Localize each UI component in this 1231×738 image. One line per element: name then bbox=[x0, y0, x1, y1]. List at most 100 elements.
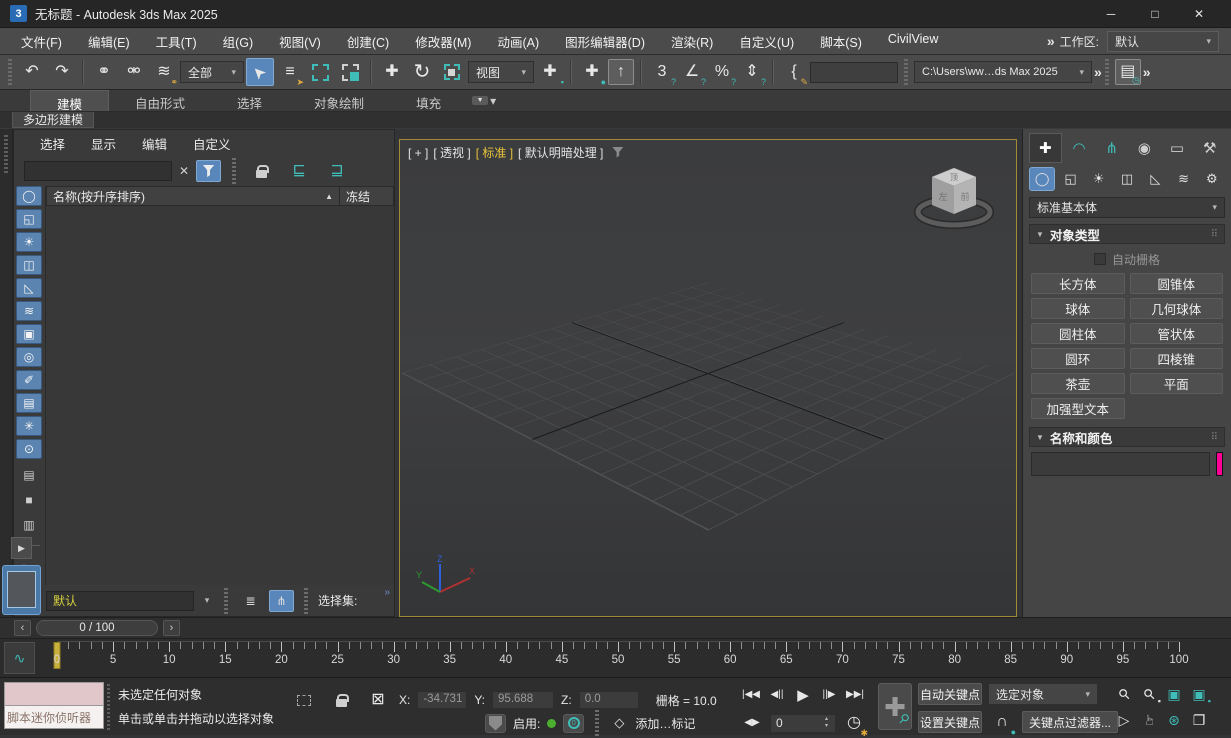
filter-geometry-icon[interactable]: ◯ bbox=[16, 186, 42, 206]
filter-xrefs-icon[interactable]: ◎ bbox=[16, 347, 42, 367]
cat-space-warps-icon[interactable]: ≋ bbox=[1170, 167, 1196, 191]
object-button-3[interactable]: 球体 bbox=[1031, 298, 1125, 319]
filter-bones-icon[interactable]: ✐ bbox=[16, 370, 42, 390]
pan-view-icon[interactable]: ☞ bbox=[1137, 708, 1161, 731]
unlink-selection-icon[interactable]: ⚮ bbox=[120, 58, 148, 86]
zoom-extents-all-icon[interactable]: ▣▪ bbox=[1187, 682, 1211, 705]
tab-create-icon[interactable]: ✚ bbox=[1029, 133, 1062, 163]
menu-item-3[interactable]: 工具(T) bbox=[143, 28, 210, 55]
toolbar-grip[interactable] bbox=[8, 59, 12, 85]
toolbar-overflow-icon[interactable]: » bbox=[1094, 64, 1099, 80]
select-object-icon[interactable]: ➤ bbox=[246, 58, 274, 86]
viewport-menu-shading[interactable]: [ 默认明暗处理 ] bbox=[518, 144, 603, 161]
edit-named-selection-sets-icon[interactable]: {✎ bbox=[780, 58, 808, 86]
set-keys-button[interactable]: ✚ ⚲ bbox=[878, 683, 912, 730]
next-frame-button[interactable]: › bbox=[163, 620, 180, 636]
menu-item-4[interactable]: 组(G) bbox=[210, 28, 267, 55]
clear-search-icon[interactable]: ✕ bbox=[179, 164, 189, 178]
selection-region-lock-icon[interactable] bbox=[290, 686, 318, 714]
snaps-toggle-icon[interactable]: 3? bbox=[648, 58, 676, 86]
filter-visibility-icon[interactable]: ⊙ bbox=[16, 439, 42, 459]
angle-snap-icon[interactable]: ∠? bbox=[678, 58, 706, 86]
next-frame-icon[interactable]: ||▶ bbox=[818, 684, 840, 706]
filter-shapes-icon[interactable]: ◱ bbox=[16, 209, 42, 229]
object-button-7[interactable]: 圆环 bbox=[1031, 348, 1125, 369]
search-filter-button[interactable] bbox=[196, 160, 221, 182]
time-slider[interactable]: 0 / 100 bbox=[36, 620, 158, 636]
tab-polygon-modeling[interactable]: 多边形建模 bbox=[12, 112, 94, 128]
object-list[interactable] bbox=[46, 206, 394, 585]
previous-frame-icon[interactable]: ◀|| bbox=[766, 684, 788, 706]
menu-item-11[interactable]: 自定义(U) bbox=[726, 28, 807, 55]
save-file-icon[interactable]: ▤◷ bbox=[1115, 59, 1141, 85]
toolbar-grip[interactable] bbox=[904, 59, 908, 85]
object-button-11[interactable]: 加强型文本 bbox=[1031, 398, 1125, 419]
window-crossing-icon[interactable] bbox=[336, 58, 364, 86]
mini-curve-editor-button[interactable]: ∿ bbox=[4, 642, 35, 674]
viewport-layout-tab[interactable] bbox=[2, 565, 41, 615]
keyboard-shortcut-override-icon[interactable]: ↑ bbox=[608, 59, 634, 85]
toolbar-overflow2-icon[interactable]: » bbox=[1143, 64, 1148, 80]
menu-overflow-icon[interactable]: » bbox=[1047, 33, 1052, 49]
filter-lights-icon[interactable]: ☀ bbox=[16, 232, 42, 252]
minimize-button[interactable]: ─ bbox=[1089, 1, 1133, 27]
layout-tabs-expand-button[interactable]: ▶ bbox=[11, 537, 32, 559]
ribbon-tab-overflow-icon[interactable]: ▼▾ bbox=[467, 90, 501, 111]
isolate-toggle-icon[interactable]: ◇ bbox=[610, 714, 628, 732]
maxscript-mini-listener[interactable]: 脚本迷你侦听器 bbox=[4, 682, 104, 729]
object-button-4[interactable]: 几何球体 bbox=[1130, 298, 1224, 319]
redo-icon[interactable]: ↷ bbox=[48, 58, 76, 86]
filter-space-warps-icon[interactable]: ≋ bbox=[16, 301, 42, 321]
dock-grip[interactable] bbox=[4, 135, 8, 175]
go-to-end-icon[interactable]: ▶▶| bbox=[844, 684, 866, 706]
filter-cameras-icon[interactable]: ◫ bbox=[16, 255, 42, 275]
macro-recorder-pane[interactable] bbox=[4, 682, 104, 706]
menu-item-6[interactable]: 创建(C) bbox=[334, 28, 402, 55]
maximize-button[interactable]: □ bbox=[1133, 1, 1177, 27]
zoom-region-icon[interactable]: ▷ bbox=[1112, 708, 1136, 731]
object-button-6[interactable]: 管状体 bbox=[1130, 323, 1224, 344]
reference-coordinate-dropdown[interactable]: 视图 ▾ bbox=[468, 61, 534, 83]
object-button-5[interactable]: 圆柱体 bbox=[1031, 323, 1125, 344]
viewport-menu-pov[interactable]: [ 透视 ] bbox=[433, 144, 470, 161]
filter-systems-icon[interactable]: ✳ bbox=[16, 416, 42, 436]
swatch-icon[interactable]: ■ bbox=[16, 491, 42, 509]
explorer-preset-dropdown[interactable]: 默认 bbox=[46, 591, 194, 611]
object-button-2[interactable]: 圆锥体 bbox=[1130, 273, 1224, 294]
app-icon[interactable]: 3 bbox=[10, 5, 27, 22]
explorer-menu-2[interactable]: 显示 bbox=[79, 131, 128, 156]
object-name-field[interactable] bbox=[1031, 452, 1210, 476]
x-coordinate-field[interactable]: -34.731 bbox=[417, 691, 467, 709]
ribbon-tab-2[interactable]: 自由形式 bbox=[109, 90, 211, 111]
go-to-start-icon[interactable]: |◀◀ bbox=[740, 684, 762, 706]
rollout-grip-icon[interactable]: ⠿ bbox=[1211, 432, 1218, 443]
use-pivot-point-icon[interactable]: ✚▪ bbox=[536, 58, 564, 86]
select-and-rotate-icon[interactable]: ↻ bbox=[408, 58, 436, 86]
lock-explorer-icon[interactable] bbox=[247, 157, 275, 185]
select-and-link-icon[interactable]: ⚭ bbox=[90, 58, 118, 86]
current-frame-field[interactable]: 0 ▴▾ bbox=[770, 714, 836, 733]
zero-clock-icon[interactable]: 0 bbox=[563, 714, 584, 733]
zoom-extents-icon[interactable]: ▣ bbox=[1162, 682, 1186, 705]
viewcube[interactable]: 顶 左 前 bbox=[912, 154, 996, 238]
selection-lock-toggle-icon[interactable] bbox=[327, 686, 355, 714]
named-selection-set-field[interactable] bbox=[810, 62, 898, 83]
spinner-snap-icon[interactable]: ⇕? bbox=[738, 58, 766, 86]
key-mode-toggle-icon[interactable]: ◀▶ bbox=[738, 709, 766, 737]
object-button-8[interactable]: 四棱锥 bbox=[1130, 348, 1224, 369]
previous-frame-button[interactable]: ‹ bbox=[14, 620, 31, 636]
play-animation-icon[interactable]: ▶ bbox=[792, 684, 814, 706]
explorer-menu-3[interactable]: 编辑 bbox=[130, 131, 179, 156]
ribbon-tab-3[interactable]: 选择 bbox=[211, 90, 288, 111]
tab-modify-icon[interactable]: ◠ bbox=[1064, 133, 1095, 163]
set-key-button[interactable]: 设置关键点 bbox=[918, 711, 982, 733]
new-key-tangent-icon[interactable]: ∩● bbox=[988, 708, 1016, 736]
object-color-swatch[interactable] bbox=[1216, 452, 1223, 476]
key-filters-button[interactable]: 关键点过滤器... bbox=[1022, 711, 1118, 733]
perspective-viewport[interactable]: [ + ] [ 透视 ] [ 标准 ] [ 默认明暗处理 ] 顶 左 前 Z X… bbox=[399, 139, 1017, 617]
menu-item-5[interactable]: 视图(V) bbox=[266, 28, 334, 55]
select-and-move-icon[interactable]: ✚ bbox=[378, 58, 406, 86]
expand-tree-icon[interactable]: ⊑ bbox=[285, 157, 313, 185]
ribbon-tab-5[interactable]: 填充 bbox=[390, 90, 467, 111]
cat-systems-icon[interactable]: ⚙ bbox=[1199, 167, 1225, 191]
